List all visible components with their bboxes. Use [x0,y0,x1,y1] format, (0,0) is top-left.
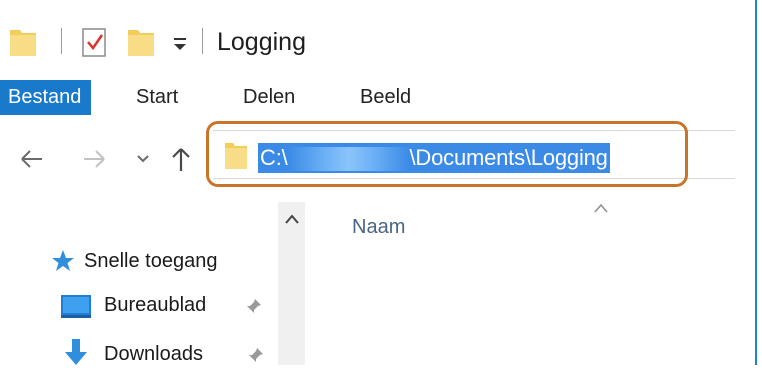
title-bar: Logging [0,0,755,80]
tab-delen[interactable]: Delen [243,80,295,115]
folder-icon[interactable] [8,26,38,58]
forward-arrow-icon[interactable] [80,143,108,175]
customize-dropdown-icon[interactable] [170,26,190,58]
tab-beeld[interactable]: Beeld [360,80,411,115]
ribbon-tabs: Bestand Start Delen Beeld [0,80,755,115]
sidebar-item-bureaublad[interactable]: Bureaublad [38,287,278,323]
up-arrow-icon[interactable] [167,143,195,175]
title-separator [202,28,203,54]
scroll-up-chevron-icon[interactable] [284,212,300,226]
pin-icon[interactable] [246,298,262,314]
sidebar-item-label: Downloads [104,343,203,365]
desktop-icon [61,295,91,318]
star-icon [52,250,74,271]
properties-check-icon[interactable] [79,26,109,58]
explorer-window: Logging Bestand Start Delen Beeld C:\ \Do… [0,0,757,365]
sidebar-item-label: Bureaublad [104,294,207,316]
quick-access-separator [61,28,62,54]
back-arrow-icon[interactable] [18,143,46,175]
tab-bestand[interactable]: Bestand [0,80,92,115]
sidebar-scrollbar[interactable] [278,202,305,365]
tab-start[interactable]: Start [136,80,178,115]
download-arrow-icon [65,339,87,365]
pin-icon[interactable] [248,347,264,363]
sort-ascending-icon [594,203,608,213]
column-header-naam[interactable]: Naam [352,216,405,239]
sidebar-item-downloads[interactable]: Downloads [38,336,278,372]
new-folder-icon[interactable] [126,26,156,58]
address-highlight-outline [206,121,688,187]
recent-locations-chevron-icon[interactable] [134,143,152,175]
sidebar-item-label: Snelle toegang [84,250,218,272]
window-title: Logging [217,28,306,56]
